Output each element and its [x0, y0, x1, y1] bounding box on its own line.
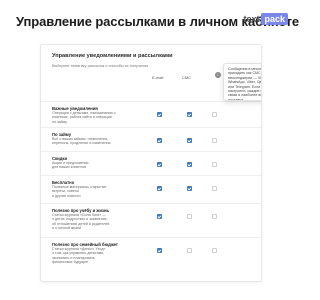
- info-icon[interactable]: i: [215, 72, 221, 78]
- notification-row: Скидки Акции и предложения для наших клие…: [41, 151, 261, 175]
- row-description: Всё о ваших займах: начисления, переносы…: [52, 137, 111, 146]
- sms-checkbox[interactable]: [187, 214, 192, 219]
- email-checkbox[interactable]: [157, 138, 162, 143]
- row-description: Статьи журнала «Сила Лиги» — о детях, по…: [52, 213, 110, 230]
- card-subtitle: Выберите тематику рассылок и способы их …: [52, 64, 149, 68]
- notification-row: Полезно про семейный бюджет Статьи журнал…: [41, 237, 261, 277]
- sms-checkbox[interactable]: [187, 248, 192, 253]
- brand-logo-text: text: [243, 14, 260, 24]
- row-description: Статьи журнала «Деньги. Уход» о том, как…: [52, 247, 106, 264]
- email-checkbox[interactable]: [157, 214, 162, 219]
- email-checkbox[interactable]: [157, 162, 162, 167]
- email-checkbox[interactable]: [157, 112, 162, 117]
- push-checkbox[interactable]: [212, 138, 217, 143]
- notification-row: По займу Всё о ваших займах: начисления, …: [41, 127, 261, 151]
- settings-card: Управление уведомлениями и рассылками Вы…: [40, 44, 262, 282]
- row-description: Акции и предложения для наших клиентов: [52, 161, 89, 170]
- card-title: Управление уведомлениями и рассылками: [52, 53, 173, 59]
- sms-checkbox[interactable]: [187, 138, 192, 143]
- push-checkbox[interactable]: [212, 248, 217, 253]
- sms-checkbox[interactable]: [187, 112, 192, 117]
- notification-row: Полезно про учёбу и жизнь Статьи журнала …: [41, 203, 261, 237]
- brand-logo-badge: pack: [261, 13, 288, 25]
- info-tooltip: Сообщения в мессенджерах будут приходить…: [223, 63, 261, 101]
- sms-checkbox[interactable]: [187, 162, 192, 167]
- brand-logo: text pack: [243, 13, 288, 25]
- push-checkbox[interactable]: [212, 112, 217, 117]
- sms-checkbox[interactable]: [187, 186, 192, 191]
- notification-row: Бесплатно Полезные материалы, открытые вс…: [41, 175, 261, 203]
- row-description: Операции с деньгами, напоминания о плате…: [52, 111, 116, 124]
- notification-row: Важные уведомления Операции с деньгами, н…: [41, 101, 261, 127]
- push-checkbox[interactable]: [212, 214, 217, 219]
- push-checkbox[interactable]: [212, 162, 217, 167]
- row-description: Полезные материалы, открытые встречи, со…: [52, 185, 107, 198]
- email-checkbox[interactable]: [157, 248, 162, 253]
- email-checkbox[interactable]: [157, 186, 162, 191]
- push-checkbox[interactable]: [212, 186, 217, 191]
- column-header-email: E-mail: [152, 75, 164, 80]
- column-header-sms: СМС: [182, 75, 192, 80]
